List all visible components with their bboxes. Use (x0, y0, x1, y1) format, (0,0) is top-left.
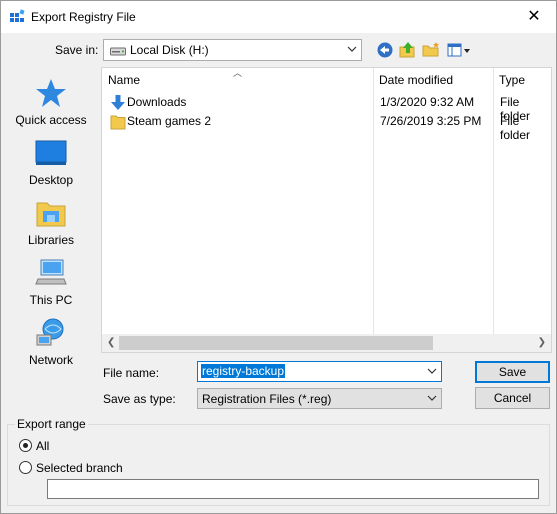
file-name: Steam games 2 (127, 114, 212, 128)
file-name: Downloads (127, 95, 187, 109)
export-range-title: Export range (15, 417, 88, 431)
column-header-name[interactable]: Name (102, 68, 140, 92)
file-date: 7/26/2019 3:25 PM (380, 114, 482, 128)
place-this-pc[interactable]: This PC (5, 253, 97, 313)
column-header-date-modified[interactable]: Date modified (373, 68, 453, 92)
desktop-icon (35, 140, 67, 165)
file-date: 1/3/2020 9:32 AM (380, 95, 475, 109)
scroll-right-icon[interactable]: ❯ (538, 337, 546, 348)
export-registry-dialog: Export Registry File ✕ Save in: Local Di… (0, 0, 557, 514)
horizontal-scrollbar[interactable]: ❮ ❯ (102, 334, 551, 352)
drive-icon (110, 47, 126, 56)
column-header-type[interactable]: Type (493, 68, 525, 92)
window-title: Export Registry File (31, 10, 136, 24)
place-label: Desktop (28, 173, 74, 187)
registry-editor-icon (10, 9, 25, 22)
save-as-type-value: Registration Files (*.reg) (202, 392, 332, 406)
save-in-value: Local Disk (H:) (130, 43, 209, 57)
scrollbar-thumb[interactable] (119, 336, 433, 350)
save-button[interactable]: Save (475, 361, 550, 383)
file-name-label: File name: (103, 366, 160, 380)
chevron-down-icon[interactable] (427, 366, 437, 376)
new-folder-icon[interactable] (422, 41, 440, 59)
chevron-down-icon (427, 395, 437, 401)
folder-icon (110, 115, 126, 130)
radio-selected-branch[interactable] (19, 461, 32, 474)
place-desktop[interactable]: Desktop (5, 133, 97, 193)
selected-branch-input[interactable] (47, 479, 539, 499)
place-label: This PC (29, 293, 73, 307)
network-icon (36, 318, 64, 346)
save-as-type-label: Save as type: (103, 392, 176, 406)
radio-all-label[interactable]: All (36, 439, 49, 453)
place-label: Libraries (27, 233, 75, 247)
chevron-down-icon (347, 46, 357, 52)
places-bar: Quick access Desktop Libraries This PC N… (5, 67, 97, 367)
file-type: File folder (500, 114, 531, 142)
close-icon: ✕ (527, 8, 541, 25)
computer-icon (35, 259, 67, 285)
radio-all[interactable] (19, 439, 32, 452)
cancel-button[interactable]: Cancel (475, 387, 550, 409)
back-icon[interactable] (376, 41, 394, 59)
save-in-label: Save in: (55, 43, 99, 57)
title-bar: Export Registry File ✕ (1, 1, 556, 33)
close-button[interactable]: ✕ (512, 1, 556, 33)
up-folder-icon[interactable] (399, 41, 417, 59)
place-quick-access[interactable]: Quick access (5, 73, 97, 133)
place-label: Network (28, 353, 73, 367)
radio-selected-indicator (23, 443, 28, 448)
star-icon (36, 79, 66, 107)
place-libraries[interactable]: Libraries (5, 193, 97, 253)
scroll-left-icon[interactable]: ❮ (107, 337, 115, 348)
file-name-value: registry-backup (201, 364, 286, 378)
place-network[interactable]: Network (5, 313, 97, 373)
view-menu-icon[interactable] (447, 41, 471, 59)
save-as-type-dropdown[interactable]: Registration Files (*.reg) (197, 388, 442, 409)
downloads-folder-icon (111, 95, 125, 110)
sort-ascending-icon: ︿ (233, 68, 243, 78)
file-row-steam-games-2[interactable]: Steam games 2 7/26/2019 3:25 PM File fol… (102, 112, 551, 142)
file-list[interactable]: ︿ Name Date modified Type Downloads 1/3/… (101, 67, 552, 353)
save-in-dropdown[interactable]: Local Disk (H:) (103, 39, 362, 61)
libraries-icon (36, 202, 66, 227)
radio-selected-branch-label[interactable]: Selected branch (36, 461, 123, 475)
place-label: Quick access (15, 113, 87, 127)
file-name-input[interactable]: registry-backup (197, 361, 442, 382)
file-row-downloads[interactable]: Downloads 1/3/2020 9:32 AM File folder (102, 93, 551, 123)
